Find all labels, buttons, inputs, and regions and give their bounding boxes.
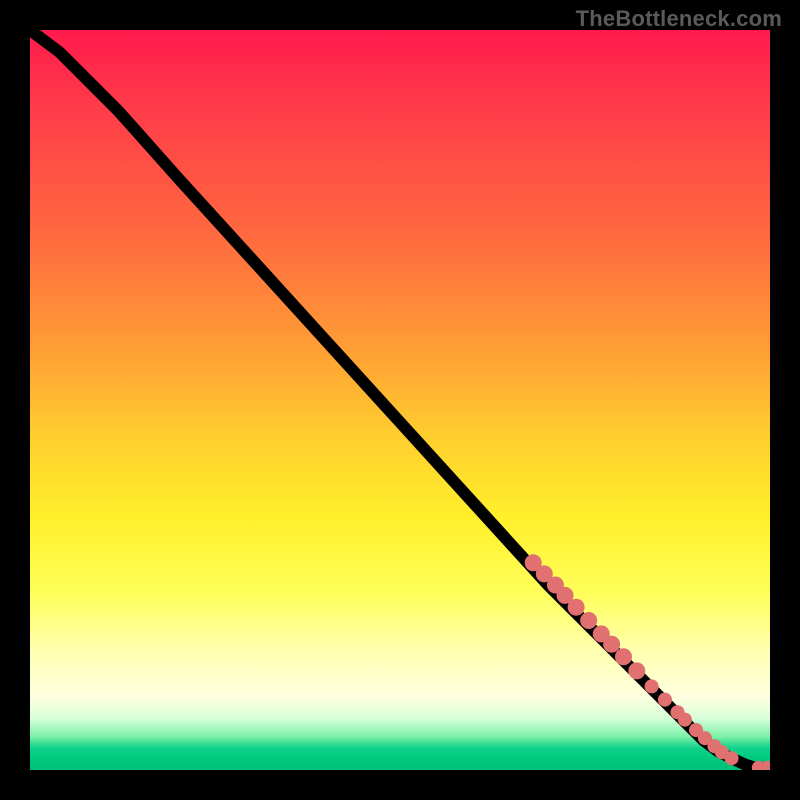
chart-svg <box>30 30 770 770</box>
data-point <box>678 713 692 727</box>
data-point <box>580 612 597 629</box>
data-point <box>615 648 632 665</box>
chart-frame: TheBottleneck.com <box>0 0 800 800</box>
bottleneck-curve <box>30 30 770 768</box>
watermark-text: TheBottleneck.com <box>576 6 782 32</box>
data-point <box>603 636 620 653</box>
plot-area <box>30 30 770 770</box>
data-point <box>658 693 672 707</box>
data-point <box>628 662 645 679</box>
data-point <box>645 679 659 693</box>
data-points-group <box>525 554 770 770</box>
data-point <box>724 751 738 765</box>
data-point <box>568 599 585 616</box>
